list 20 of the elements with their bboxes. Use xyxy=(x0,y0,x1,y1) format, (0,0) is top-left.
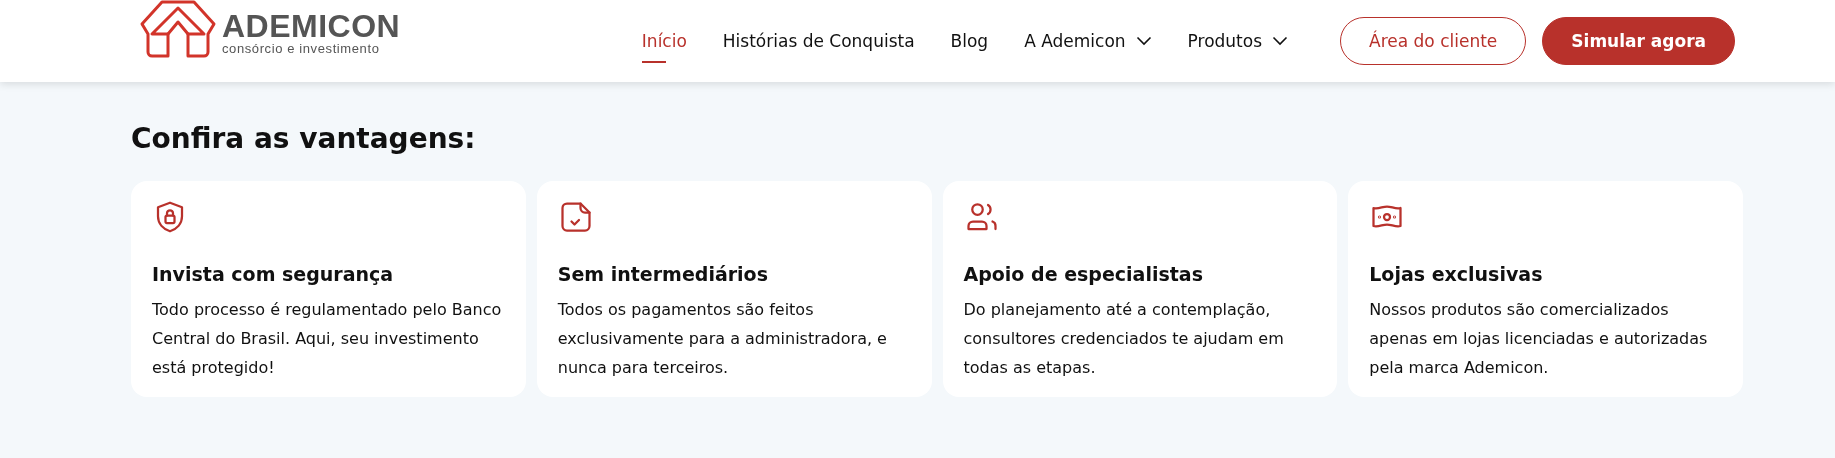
nav-link[interactable]: A Ademicon xyxy=(1024,31,1152,51)
brand-tagline: consórcio e investimento xyxy=(222,42,381,56)
nav-link[interactable]: Blog xyxy=(950,31,989,51)
nav-link[interactable]: Histórias de Conquista xyxy=(722,31,915,51)
card-title: Invista com segurança xyxy=(152,263,395,285)
nav-link[interactable]: Produtos xyxy=(1187,31,1289,51)
section-title: Confira as vantagens: xyxy=(131,122,477,155)
card-title: Apoio de especialistas xyxy=(963,263,1204,285)
brand-name: ADEMICON xyxy=(222,10,401,42)
nav-link[interactable]: Início xyxy=(641,31,687,51)
card-text: Do planejamento até a contemplação, consultores credenciados te ajudam em todas as etapas. xyxy=(963,299,1285,379)
card-text: Nossos produtos são comercializados apenas em lojas licenciadas e autorizadas pela marca Ademicon. xyxy=(1369,299,1709,379)
client-area-button[interactable]: Área do cliente xyxy=(1340,17,1527,65)
card-title: Sem intermediários xyxy=(557,263,769,285)
house-logo-icon xyxy=(140,0,216,58)
card-text: Todos os pagamentos são feitos exclusivamente para a administradora, e nunca para terceiros. xyxy=(557,299,888,379)
card-title: Lojas exclusivas xyxy=(1369,263,1544,285)
simulate-button[interactable]: Simular agora xyxy=(1542,17,1735,65)
card-text: Todo processo é regulamentado pelo Banco Central do Brasil. Aqui, seu investimento está protegido! xyxy=(152,299,503,379)
active-underline xyxy=(641,61,666,63)
